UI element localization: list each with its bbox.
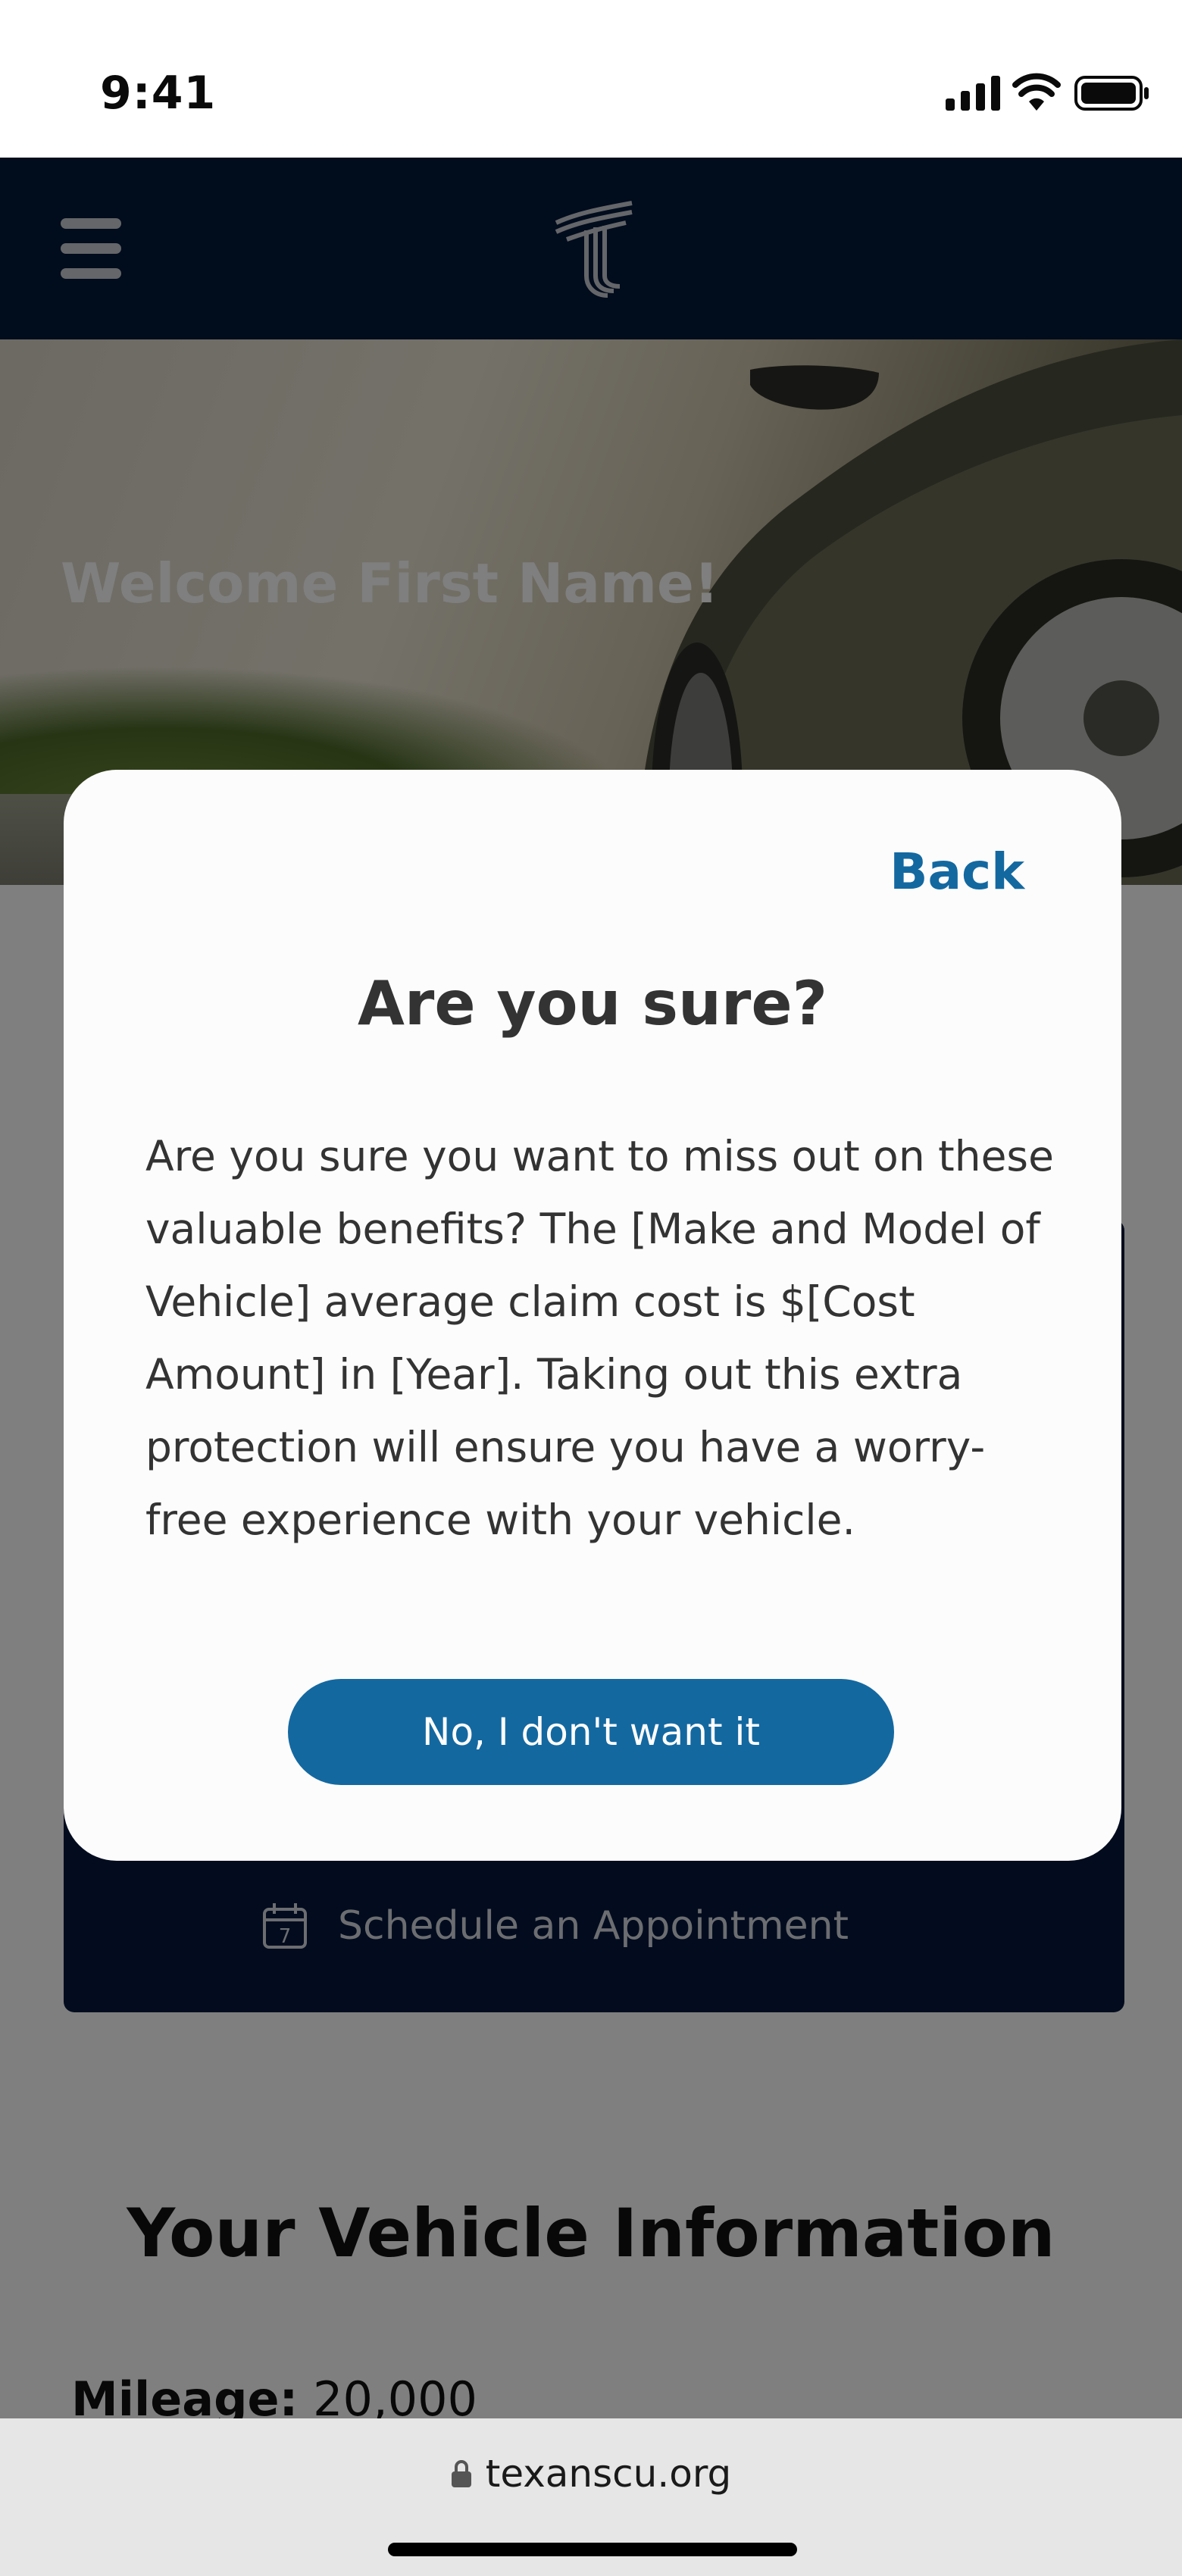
home-indicator[interactable]	[388, 2543, 797, 2556]
modal-title: Are you sure?	[357, 968, 828, 1039]
status-time: 9:41	[100, 67, 217, 120]
confirm-modal: Back Are you sure? Are you sure you want…	[64, 770, 1121, 1861]
lock-icon	[451, 2460, 471, 2487]
battery-icon	[1074, 76, 1149, 111]
modal-body-text: Are you sure you want to miss out on the…	[145, 1132, 1054, 1544]
back-button[interactable]: Back	[890, 843, 1024, 901]
decline-button[interactable]: No, I don't want it	[288, 1679, 894, 1785]
status-bar: 9:41	[0, 0, 1182, 158]
wifi-icon	[1012, 73, 1061, 111]
browser-bar: texanscu.org	[0, 2418, 1182, 2576]
url-text: texanscu.org	[485, 2452, 732, 2496]
cellular-signal-icon	[946, 76, 1000, 111]
url-bar[interactable]: texanscu.org	[0, 2452, 1182, 2496]
